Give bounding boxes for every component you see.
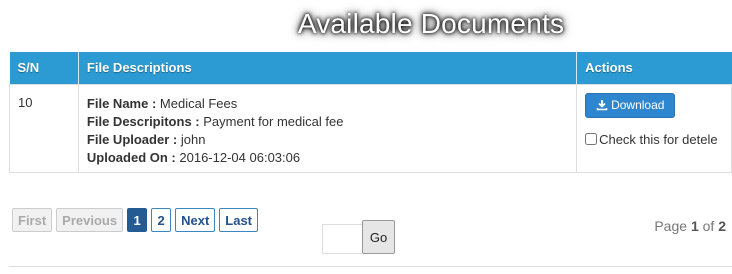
header-actions: Actions [576, 52, 732, 84]
cell-actions: Download Check this for detele [576, 83, 732, 173]
page-title: Available Documents [297, 8, 565, 39]
cell-sn: 10 [9, 83, 79, 173]
file-description-label: File Descripitons : [86, 113, 200, 129]
delete-check-row: Check this for detele [585, 132, 723, 147]
table-row: 10 File Name : Medical Fees File Descrip… [9, 83, 732, 173]
page-indicator: Page 1 of 2 [654, 218, 726, 234]
uploaded-on-label: Uploaded On : [86, 149, 176, 165]
documents-table: S/N File Descriptions Actions 10 File Na… [9, 52, 732, 173]
next-page-button[interactable]: Next [175, 208, 216, 232]
delete-checkbox[interactable] [585, 133, 598, 145]
uploaded-on-value: 2016-12-04 06:03:06 [179, 149, 301, 165]
delete-check-label: Check this for detele [599, 131, 718, 147]
file-description-line: File Descripitons : Payment for medical … [87, 113, 568, 131]
first-page-button[interactable]: First [12, 208, 53, 232]
file-uploader-line: File Uploader : john [87, 131, 568, 149]
goto-page-group: Go [322, 220, 395, 254]
download-button[interactable]: Download [585, 92, 676, 118]
file-name-label: File Name : [86, 95, 157, 111]
file-name-value: Medical Fees [159, 95, 238, 111]
page-1-button[interactable]: 1 [127, 208, 148, 232]
go-button[interactable]: Go [362, 220, 395, 254]
page-indicator-of: of [702, 218, 715, 234]
file-description-value: Payment for medical fee [203, 113, 344, 129]
header-file-descriptions: File Descriptions [78, 52, 578, 84]
goto-page-input[interactable] [322, 224, 362, 254]
previous-page-button[interactable]: Previous [56, 208, 124, 232]
download-label: Download [611, 98, 665, 112]
uploaded-on-line: Uploaded On : 2016-12-04 06:03:06 [87, 149, 568, 167]
page-indicator-total: 2 [718, 218, 726, 234]
file-uploader-value: john [180, 131, 206, 147]
pagination: First Previous 1 2 Next Last [12, 208, 259, 232]
header-sn: S/N [9, 52, 79, 84]
table-header-row: S/N File Descriptions Actions [9, 52, 732, 84]
page-2-button[interactable]: 2 [151, 208, 172, 232]
file-uploader-label: File Uploader : [86, 131, 178, 147]
page-indicator-current: 1 [690, 218, 699, 234]
bottom-divider [9, 266, 732, 267]
last-page-button[interactable]: Last [219, 208, 259, 232]
page-indicator-prefix: Page [654, 218, 688, 234]
file-name-line: File Name : Medical Fees [87, 95, 568, 113]
download-icon [596, 99, 608, 111]
cell-file-description: File Name : Medical Fees File Descripito… [77, 83, 578, 173]
